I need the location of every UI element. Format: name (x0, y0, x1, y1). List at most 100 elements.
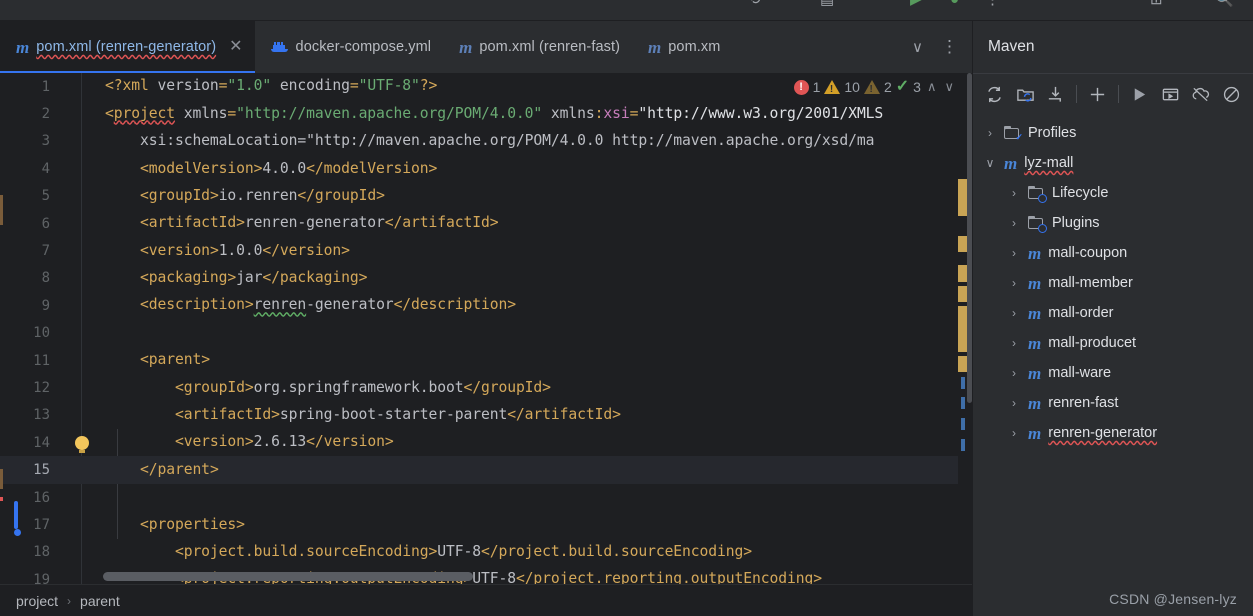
maven-tree-item-renren-generator[interactable]: ›mrenren-generator (973, 418, 1253, 448)
code-line[interactable]: 6 <artifactId>renren-generator</artifact… (0, 210, 972, 237)
editor-tab-pom-renren-fast[interactable]: m pom.xml (renren-fast) (443, 21, 632, 73)
line-number[interactable]: 14 (0, 435, 62, 451)
maven-tree-item-mall-coupon[interactable]: ›mmall-coupon (973, 238, 1253, 268)
skip-tests-icon[interactable] (1216, 79, 1247, 109)
code-line[interactable]: 13 <artifactId>spring-boot-starter-paren… (0, 402, 972, 429)
editor-scroll-area[interactable]: 1<?xml version="1.0" encoding="UTF-8"?>2… (0, 73, 972, 584)
line-number[interactable]: 7 (0, 243, 62, 259)
add-icon[interactable] (1082, 79, 1113, 109)
editor-tab-docker-compose[interactable]: docker-compose.yml (255, 21, 444, 73)
reload-all-projects-icon[interactable] (979, 79, 1010, 109)
marker-scrollbar[interactable] (958, 73, 972, 584)
line-number[interactable]: 19 (0, 572, 62, 584)
chevron-right-icon[interactable]: › (1007, 186, 1021, 200)
line-number[interactable]: 18 (0, 544, 62, 560)
breadcrumb-item-parent[interactable]: parent (80, 593, 120, 609)
vertical-scrollbar-thumb[interactable] (967, 73, 972, 403)
code-line[interactable]: 8 <packaging>jar</packaging> (0, 265, 972, 292)
line-number[interactable]: 1 (0, 79, 62, 95)
chevron-right-icon[interactable]: › (1007, 246, 1021, 260)
maven-tree-item-renren-fast[interactable]: ›mrenren-fast (973, 388, 1253, 418)
line-number[interactable]: 9 (0, 298, 62, 314)
code-line[interactable]: 17 <properties> (0, 511, 972, 538)
editor-tab-pom-truncated[interactable]: m pom.xm (632, 21, 732, 73)
maven-tree-item-mall-ware[interactable]: ›mmall-ware (973, 358, 1253, 388)
editor-tab-pom-renren-generator[interactable]: m pom.xml (renren-generator) ✕ (0, 21, 255, 73)
maven-tree-item-plugins[interactable]: ›Plugins (973, 208, 1253, 238)
maven-tree-item-mall-order[interactable]: ›mmall-order (973, 298, 1253, 328)
chevron-right-icon[interactable]: › (983, 126, 997, 140)
maven-tree-item-mall-member[interactable]: ›mmall-member (973, 268, 1253, 298)
line-number[interactable]: 4 (0, 161, 62, 177)
line-number[interactable]: 16 (0, 490, 62, 506)
line-number[interactable]: 17 (0, 517, 62, 533)
previous-problem-icon[interactable]: ∧ (925, 79, 939, 95)
code-line[interactable]: 16 (0, 484, 972, 511)
info-marker[interactable] (961, 377, 965, 389)
vcs-added-marker[interactable] (14, 501, 18, 529)
vcs-change-marker[interactable] (0, 195, 3, 225)
chevron-right-icon[interactable]: › (1007, 276, 1021, 290)
search-everywhere-icon[interactable]: ▤ (820, 0, 834, 9)
code-line[interactable]: 7 <version>1.0.0</version> (0, 237, 972, 264)
line-number[interactable]: 15 (0, 462, 62, 478)
line-number[interactable]: 5 (0, 188, 62, 204)
code-line[interactable]: 11 <parent> (0, 347, 972, 374)
inspection-widget[interactable]: ! 1 ! 10 ! 2 ✓ 3 ∧ (794, 79, 956, 95)
execute-maven-goal-icon[interactable] (1155, 79, 1186, 109)
line-number[interactable]: 11 (0, 353, 62, 369)
run-maven-build-icon[interactable] (1124, 79, 1155, 109)
code-line[interactable]: 14 <version>2.6.13</version> (0, 429, 972, 456)
line-number[interactable]: 6 (0, 216, 62, 232)
gutter-icon-slot[interactable] (62, 436, 102, 450)
weak-warning-count[interactable]: ! 2 (864, 79, 892, 95)
line-number[interactable]: 13 (0, 407, 62, 423)
info-marker[interactable] (961, 439, 965, 451)
code-line[interactable]: 5 <groupId>io.renren</groupId> (0, 183, 972, 210)
code-line[interactable]: 10 (0, 320, 972, 347)
toggle-offline-mode-icon[interactable] (1186, 79, 1217, 109)
code-line[interactable]: 12 <groupId>org.springframework.boot</gr… (0, 374, 972, 401)
more-icon[interactable]: ⋮ (985, 0, 1000, 9)
horizontal-scrollbar-thumb[interactable] (103, 572, 473, 581)
magnifier-icon[interactable]: 🔍 (1215, 0, 1234, 9)
tab-options-icon[interactable]: ⋮ (933, 38, 966, 56)
branch-icon[interactable]: ⟲ (748, 0, 761, 9)
add-maven-project-icon[interactable] (1010, 79, 1041, 109)
maven-tree-item-mall-producet[interactable]: ›mmall-producet (973, 328, 1253, 358)
horizontal-scrollbar[interactable] (103, 572, 958, 581)
code-line[interactable]: 18 <project.build.sourceEncoding>UTF-8</… (0, 539, 972, 566)
maven-tree-item-lifecycle[interactable]: ›Lifecycle (973, 178, 1253, 208)
chevron-right-icon[interactable]: › (1007, 396, 1021, 410)
chevron-right-icon[interactable]: › (1007, 366, 1021, 380)
chevron-right-icon[interactable]: › (1007, 216, 1021, 230)
vcs-change-marker[interactable] (0, 469, 3, 489)
add-icon[interactable]: ⊞ (1150, 0, 1163, 9)
code-line[interactable]: 2<project xmlns="http://maven.apache.org… (0, 100, 972, 127)
info-marker[interactable] (961, 418, 965, 430)
vcs-delete-marker[interactable] (0, 497, 3, 501)
breadcrumb-item-project[interactable]: project (16, 593, 58, 609)
check-count[interactable]: ✓ 3 (896, 79, 921, 95)
intention-bulb-icon[interactable] (75, 436, 89, 450)
vcs-added-marker-dot[interactable] (14, 529, 21, 536)
warning-count[interactable]: ! 10 (824, 79, 860, 95)
info-marker[interactable] (961, 397, 965, 409)
next-problem-icon[interactable]: ∨ (942, 79, 956, 95)
code-line[interactable]: 15 </parent> (0, 456, 972, 483)
download-sources-icon[interactable] (1041, 79, 1072, 109)
debug-icon[interactable]: ● (950, 0, 959, 9)
maven-tree-item-profiles[interactable]: ›✓Profiles (973, 118, 1253, 148)
error-count[interactable]: ! 1 (794, 79, 821, 95)
line-number[interactable]: 2 (0, 106, 62, 122)
chevron-down-icon[interactable]: ∨ (983, 156, 997, 170)
maven-tree-item-lyz-mall[interactable]: ∨mlyz-mall (973, 148, 1253, 178)
line-number[interactable]: 3 (0, 133, 62, 149)
code-line[interactable]: 3 xsi:schemaLocation="http://maven.apach… (0, 128, 972, 155)
code-editor[interactable]: 1<?xml version="1.0" encoding="UTF-8"?>2… (0, 73, 972, 584)
chevron-right-icon[interactable]: › (1007, 306, 1021, 320)
chevron-down-icon[interactable]: ∨ (904, 36, 931, 59)
chevron-right-icon[interactable]: › (1007, 426, 1021, 440)
line-number[interactable]: 10 (0, 325, 62, 341)
code-line[interactable]: 4 <modelVersion>4.0.0</modelVersion> (0, 155, 972, 182)
